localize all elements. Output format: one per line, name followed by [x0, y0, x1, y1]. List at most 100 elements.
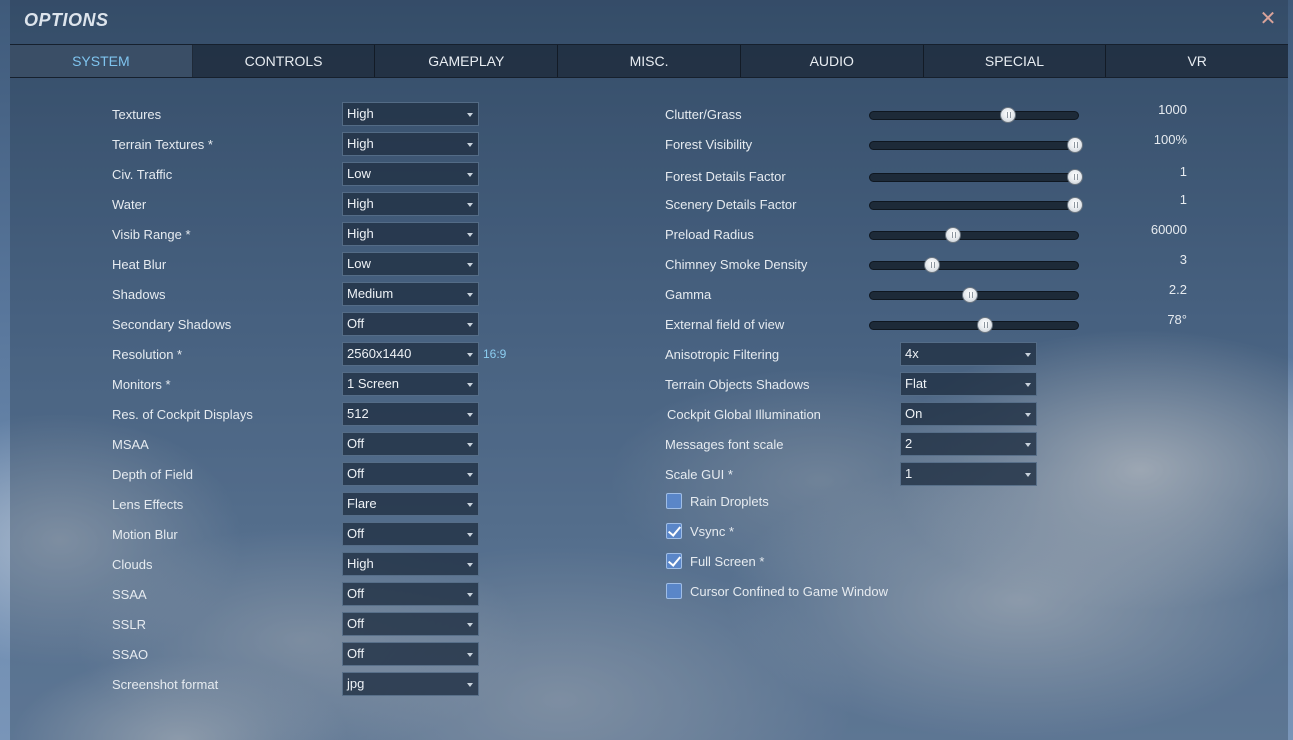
slider-track [869, 141, 1079, 150]
ssao-dropdown[interactable]: Off [342, 642, 479, 666]
screenshot-format-label: Screenshot format [112, 677, 219, 692]
shadows-value: Medium [347, 286, 394, 301]
slider-thumb[interactable] [924, 257, 940, 273]
chevron-down-icon [467, 503, 473, 507]
full-screen-checkbox[interactable] [666, 553, 682, 569]
gamma-slider[interactable] [869, 286, 1079, 306]
sslr-dropdown[interactable]: Off [342, 612, 479, 636]
rain-droplets-checkbox[interactable] [666, 493, 682, 509]
heat-blur-dropdown[interactable]: Low [342, 252, 479, 276]
msaa-dropdown[interactable]: Off [342, 432, 479, 456]
scenery-details-factor-slider[interactable] [869, 196, 1083, 216]
chevron-down-icon [1025, 473, 1031, 477]
chevron-down-icon [467, 473, 473, 477]
textures-dropdown[interactable]: High [342, 102, 479, 126]
chevron-down-icon [467, 233, 473, 237]
shadows-dropdown[interactable]: Medium [342, 282, 479, 306]
msaa-label: MSAA [112, 437, 149, 452]
tab-controls[interactable]: CONTROLS [193, 45, 376, 77]
cockpit-global-illumination-dropdown[interactable]: On [900, 402, 1037, 426]
res-of-cockpit-displays-dropdown[interactable]: 512 [342, 402, 479, 426]
chimney-smoke-density-label: Chimney Smoke Density [665, 257, 808, 272]
full-screen-label: Full Screen * [690, 554, 765, 569]
slider-thumb[interactable] [999, 107, 1016, 123]
preload-radius-value: 60000 [1150, 222, 1187, 237]
cockpit-global-illumination-label: Cockpit Global Illumination [667, 407, 821, 422]
external-field-of-view-slider[interactable] [869, 316, 1079, 336]
tab-misc[interactable]: MISC. [558, 45, 741, 77]
slider-thumb[interactable] [1066, 197, 1083, 213]
terrain-objects-shadows-label: Terrain Objects Shadows [665, 377, 810, 392]
lens-effects-label: Lens Effects [112, 497, 184, 512]
preload-radius-slider[interactable] [869, 226, 1079, 246]
water-dropdown[interactable]: High [342, 192, 479, 216]
chevron-down-icon [1025, 413, 1031, 417]
monitors-label: Monitors * [112, 377, 171, 392]
tab-system[interactable]: SYSTEM [10, 45, 193, 77]
terrain-textures-dropdown[interactable]: High [342, 132, 479, 156]
chimney-smoke-density-slider[interactable] [869, 256, 1079, 276]
visib-range-label: Visib Range * [112, 227, 191, 242]
forest-details-factor-value: 1 [1179, 164, 1187, 179]
sslr-label: SSLR [112, 617, 146, 632]
secondary-shadows-dropdown[interactable]: Off [342, 312, 479, 336]
slider-thumb[interactable] [976, 317, 993, 333]
resolution-dropdown[interactable]: 2560x1440 [342, 342, 479, 366]
forest-details-factor-label: Forest Details Factor [665, 169, 786, 184]
ssaa-dropdown[interactable]: Off [342, 582, 479, 606]
forest-details-factor-slider[interactable] [869, 168, 1083, 188]
slider-thumb[interactable] [961, 287, 978, 303]
slider-thumb[interactable] [1066, 137, 1083, 153]
chevron-down-icon [1025, 443, 1031, 447]
messages-font-scale-dropdown[interactable]: 2 [900, 432, 1037, 456]
water-value: High [347, 196, 374, 211]
window-title: OPTIONS [24, 10, 109, 30]
gamma-value: 2.2 [1168, 282, 1187, 297]
slider-thumb[interactable] [1066, 169, 1083, 185]
lens-effects-value: Flare [347, 496, 377, 511]
chevron-down-icon [1025, 383, 1031, 387]
anisotropic-filtering-dropdown[interactable]: 4x [900, 342, 1037, 366]
vsync-label: Vsync * [690, 524, 735, 539]
slider-track [869, 201, 1079, 210]
motion-blur-label: Motion Blur [112, 527, 178, 542]
clutter-grass-value: 1000 [1158, 102, 1187, 117]
tab-audio[interactable]: AUDIO [741, 45, 924, 77]
monitors-dropdown[interactable]: 1 Screen [342, 372, 479, 396]
depth-of-field-value: Off [347, 466, 365, 481]
motion-blur-dropdown[interactable]: Off [342, 522, 479, 546]
forest-visibility-label: Forest Visibility [665, 137, 753, 152]
screenshot-format-value: jpg [347, 676, 365, 691]
tab-special[interactable]: SPECIAL [924, 45, 1107, 77]
civ-traffic-label: Civ. Traffic [112, 167, 173, 182]
clouds-dropdown[interactable]: High [342, 552, 479, 576]
scale-gui-dropdown[interactable]: 1 [900, 462, 1037, 486]
lens-effects-dropdown[interactable]: Flare [342, 492, 479, 516]
screenshot-format-dropdown[interactable]: jpg [342, 672, 479, 696]
depth-of-field-dropdown[interactable]: Off [342, 462, 479, 486]
civ-traffic-dropdown[interactable]: Low [342, 162, 479, 186]
close-icon[interactable]: ✕ [1258, 9, 1278, 29]
forest-visibility-slider[interactable] [869, 136, 1083, 156]
chevron-down-icon [467, 113, 473, 117]
chevron-down-icon [467, 413, 473, 417]
slider-thumb[interactable] [945, 227, 961, 243]
tab-vr[interactable]: VR [1106, 45, 1288, 77]
chevron-down-icon [467, 383, 473, 387]
terrain-objects-shadows-dropdown[interactable]: Flat [900, 372, 1037, 396]
preload-radius-label: Preload Radius [665, 227, 754, 242]
chevron-down-icon [467, 593, 473, 597]
vsync-checkbox[interactable] [666, 523, 682, 539]
slider-track [869, 321, 1079, 330]
messages-font-scale-label: Messages font scale [665, 437, 784, 452]
visib-range-dropdown[interactable]: High [342, 222, 479, 246]
chevron-down-icon [1025, 353, 1031, 357]
cursor-confined-to-game-window-checkbox[interactable] [666, 583, 682, 599]
forest-visibility-value: 100% [1153, 132, 1187, 147]
depth-of-field-label: Depth of Field [112, 467, 193, 482]
clutter-grass-slider[interactable] [869, 106, 1079, 126]
chevron-down-icon [467, 203, 473, 207]
chimney-smoke-density-value: 3 [1179, 252, 1187, 267]
tab-gameplay[interactable]: GAMEPLAY [375, 45, 559, 77]
aspect-ratio-label: 16:9 [483, 347, 507, 361]
